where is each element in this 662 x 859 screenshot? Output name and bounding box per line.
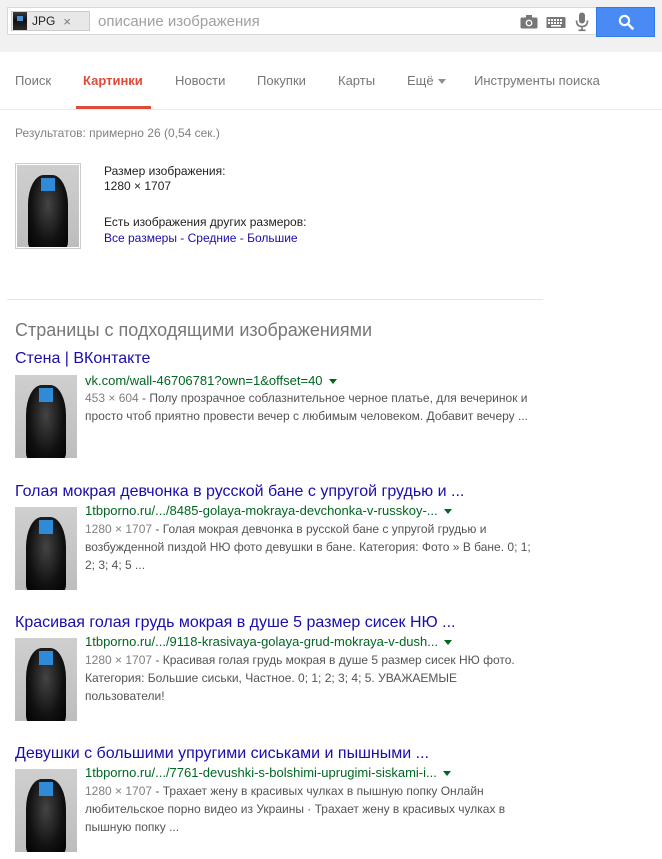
tab-news[interactable]: Новости <box>175 73 225 88</box>
thumbnail-face-blur <box>38 651 54 665</box>
header-bar: JPG × описание изображения <box>0 0 662 52</box>
result-url-text: 1tbporno.ru/.../7761-devushki-s-bolshimi… <box>85 765 437 780</box>
result-thumbnail[interactable] <box>15 375 77 458</box>
keyboard-icon[interactable] <box>546 15 566 29</box>
url-dropdown-icon[interactable] <box>444 640 453 646</box>
thumbnail-image <box>15 375 77 458</box>
chevron-down-icon <box>437 79 446 85</box>
result-dimensions: 453 × 604 <box>85 391 139 405</box>
thumbnail-image <box>15 769 77 852</box>
link-medium-sizes[interactable]: Средние <box>188 231 237 245</box>
chip-close-icon[interactable]: × <box>63 14 71 29</box>
result-thumbnail[interactable] <box>15 769 77 852</box>
result-url[interactable]: 1tbporno.ru/.../8485-golaya-mokraya-devc… <box>85 503 452 518</box>
chip-label: JPG <box>32 14 56 28</box>
result-dimensions: 1280 × 1707 <box>85 522 153 536</box>
thumbnail-image <box>17 165 79 247</box>
section-heading: Страницы с подходящими изображениями <box>15 320 373 340</box>
result-title-link[interactable]: Голая мокрая девчонка в русской бане с у… <box>15 483 635 501</box>
thumbnail-face-blur <box>38 782 54 796</box>
thumbnail-image <box>15 507 77 590</box>
url-dropdown-icon[interactable] <box>443 509 452 515</box>
search-box[interactable]: JPG × описание изображения <box>7 7 596 35</box>
result-dimensions: 1280 × 1707 <box>85 784 153 798</box>
image-query-chip[interactable]: JPG × <box>11 11 90 31</box>
search-icon <box>618 14 634 30</box>
image-size-label: Размер изображения: <box>104 164 226 178</box>
other-sizes-label: Есть изображения других размеров: <box>104 215 307 229</box>
result-url[interactable]: 1tbporno.ru/.../7761-devushki-s-bolshimi… <box>85 765 451 780</box>
size-links: Все размеры - Средние - Большие <box>104 231 298 245</box>
search-button[interactable] <box>596 7 655 37</box>
microphone-icon[interactable] <box>575 12 589 32</box>
divider <box>7 299 543 300</box>
search-result: Стена | ВКонтакте vk.com/wall-46706781?o… <box>15 350 635 458</box>
search-nav-tabs: Поиск Картинки Новости Покупки Карты Ещё… <box>0 52 662 110</box>
tab-maps[interactable]: Карты <box>338 73 375 88</box>
tab-shopping[interactable]: Покупки <box>257 73 306 88</box>
query-image-thumbnail <box>13 12 27 30</box>
query-image-preview[interactable] <box>15 163 81 249</box>
camera-icon[interactable] <box>520 15 538 29</box>
result-url-text: 1tbporno.ru/.../8485-golaya-mokraya-devc… <box>85 503 438 518</box>
result-title-link[interactable]: Красивая голая грудь мокрая в душе 5 раз… <box>15 614 635 632</box>
image-size-value: 1280 × 1707 <box>104 179 172 193</box>
thumbnail-face-blur <box>38 388 54 402</box>
tab-images[interactable]: Картинки <box>83 73 143 88</box>
result-title-link[interactable]: Девушки с большими упругими сиськами и п… <box>15 745 635 763</box>
result-snippet: 1280 × 1707 - Трахает жену в красивых чу… <box>85 782 535 836</box>
result-snippet: 1280 × 1707 - Красивая голая грудь мокра… <box>85 651 535 705</box>
result-url[interactable]: 1tbporno.ru/.../9118-krasivaya-golaya-gr… <box>85 634 453 649</box>
search-result: Красивая голая грудь мокрая в душе 5 раз… <box>15 614 635 721</box>
result-snippet-text: - Полу прозрачное соблазнительное черное… <box>85 391 528 423</box>
link-separator: - <box>236 231 248 245</box>
result-snippet: 453 × 604 - Полу прозрачное соблазнитель… <box>85 389 535 425</box>
result-dimensions: 1280 × 1707 <box>85 653 153 667</box>
thumbnail-face-blur <box>40 178 56 192</box>
result-snippet: 1280 × 1707 - Голая мокрая девчонка в ру… <box>85 520 535 574</box>
thumbnail-image <box>15 638 77 721</box>
tab-search-tools[interactable]: Инструменты поиска <box>474 73 600 88</box>
result-url-text: 1tbporno.ru/.../9118-krasivaya-golaya-gr… <box>85 634 439 649</box>
link-separator: - <box>176 231 188 245</box>
result-url[interactable]: vk.com/wall-46706781?own=1&offset=40 <box>85 373 337 388</box>
tab-search[interactable]: Поиск <box>15 73 51 88</box>
link-large-sizes[interactable]: Большие <box>247 231 298 245</box>
link-all-sizes[interactable]: Все размеры <box>104 231 177 245</box>
active-tab-indicator <box>76 106 151 109</box>
search-input[interactable]: описание изображения <box>98 13 260 30</box>
search-result: Девушки с большими упругими сиськами и п… <box>15 745 635 852</box>
url-dropdown-icon[interactable] <box>328 379 337 385</box>
url-dropdown-icon[interactable] <box>442 771 451 777</box>
tab-more[interactable]: Ещё <box>407 73 446 88</box>
result-url-text: vk.com/wall-46706781?own=1&offset=40 <box>85 373 323 388</box>
result-title-link[interactable]: Стена | ВКонтакте <box>15 350 635 368</box>
result-stats: Результатов: примерно 26 (0,54 сек.) <box>15 126 220 140</box>
tab-more-label: Ещё <box>407 73 434 88</box>
result-thumbnail[interactable] <box>15 507 77 590</box>
result-thumbnail[interactable] <box>15 638 77 721</box>
thumbnail-face-blur <box>38 520 54 534</box>
search-result: Голая мокрая девчонка в русской бане с у… <box>15 483 635 590</box>
result-snippet-text: - Голая мокрая девчонка в русской бане с… <box>85 522 531 572</box>
